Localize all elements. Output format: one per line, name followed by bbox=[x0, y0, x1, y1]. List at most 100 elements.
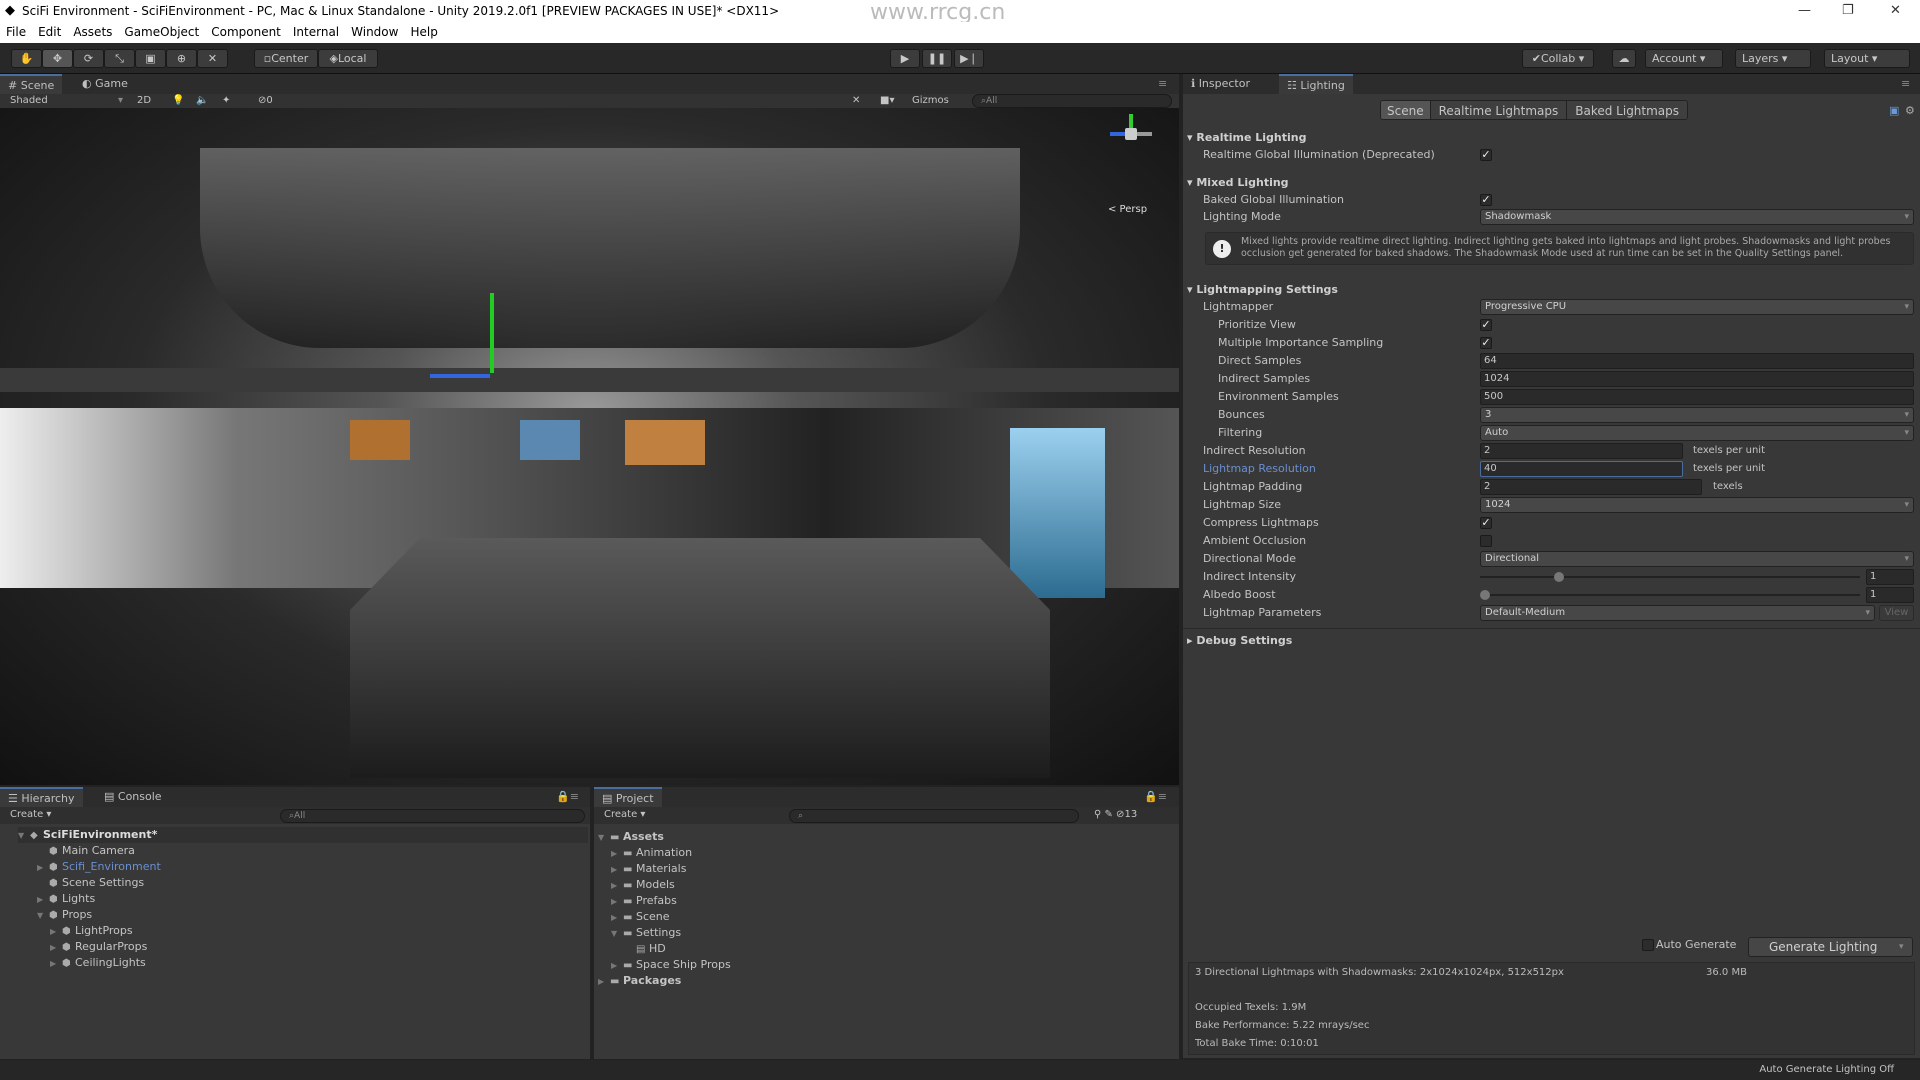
expand-arrow-icon[interactable]: ▶ bbox=[611, 910, 623, 926]
expand-arrow-icon[interactable]: ▶ bbox=[50, 924, 62, 940]
project-item[interactable]: ▶ ▬ Space Ship Props bbox=[611, 957, 731, 973]
albedo-boost-slider[interactable] bbox=[1480, 590, 1860, 600]
hierarchy-create-button[interactable]: Create ▾ bbox=[10, 809, 51, 820]
slider-thumb[interactable] bbox=[1554, 572, 1564, 582]
project-item[interactable]: ▶ ▬ Materials bbox=[611, 861, 686, 877]
generate-lighting-button[interactable]: Generate Lighting ▾ bbox=[1748, 937, 1913, 957]
menu-component[interactable]: Component bbox=[211, 22, 281, 43]
menu-gameobject[interactable]: GameObject bbox=[124, 22, 199, 43]
lightmap-parameters-dropdown[interactable]: Default-Medium bbox=[1480, 605, 1875, 621]
expand-arrow-icon[interactable]: ▼ bbox=[611, 926, 623, 942]
direct-samples-field[interactable]: 64 bbox=[1480, 353, 1914, 369]
realtime-lighting-header[interactable]: ▾ Realtime Lighting bbox=[1187, 129, 1306, 147]
rgi-checkbox[interactable]: ✓ bbox=[1480, 149, 1492, 161]
expand-arrow-icon[interactable]: ▶ bbox=[611, 862, 623, 878]
compress-lightmaps-checkbox[interactable]: ✓ bbox=[1480, 517, 1492, 529]
expand-arrow-icon[interactable]: ▼ bbox=[37, 908, 49, 924]
menu-edit[interactable]: Edit bbox=[38, 22, 61, 43]
persp-label[interactable]: < Persp bbox=[1108, 204, 1147, 215]
scene-search[interactable]: ⌕All bbox=[972, 94, 1172, 108]
scale-tool-icon[interactable]: ⤡ bbox=[104, 49, 135, 68]
expand-arrow-icon[interactable]: ▶ bbox=[37, 860, 49, 876]
mixed-lighting-header[interactable]: ▾ Mixed Lighting bbox=[1187, 174, 1289, 192]
ambient-occlusion-checkbox[interactable] bbox=[1480, 535, 1492, 547]
tools-icon[interactable]: ✕ bbox=[852, 94, 860, 108]
auto-generate-checkbox[interactable] bbox=[1642, 939, 1654, 951]
expand-arrow-icon[interactable]: ▶ bbox=[598, 974, 610, 990]
lighting-toggle-icon[interactable]: 💡 bbox=[172, 94, 184, 108]
play-button[interactable]: ▶ bbox=[890, 49, 920, 68]
expand-arrow-icon[interactable]: ▶ bbox=[611, 846, 623, 862]
hierarchy-item[interactable]: ▶ ⬢ Scifi_Environment bbox=[37, 859, 161, 875]
expand-arrow-icon[interactable]: ▶ bbox=[611, 958, 623, 974]
menu-assets[interactable]: Assets bbox=[73, 22, 112, 43]
prioritize-view-checkbox[interactable]: ✓ bbox=[1480, 319, 1492, 331]
filter-icons[interactable]: ⚲ ✎ ⊘13 bbox=[1094, 809, 1137, 820]
project-item[interactable]: ▶ ▬ Animation bbox=[611, 845, 692, 861]
tab-console[interactable]: ▤ Console bbox=[96, 787, 170, 807]
project-item[interactable]: ▶ ▬ Packages bbox=[598, 973, 681, 989]
project-item[interactable]: ▼ ▬ Settings bbox=[611, 925, 681, 941]
view-parameters-button[interactable]: View bbox=[1879, 605, 1914, 621]
indirect-intensity-field[interactable]: 1 bbox=[1866, 569, 1914, 585]
indirect-samples-field[interactable]: 1024 bbox=[1480, 371, 1914, 387]
expand-arrow-icon[interactable]: ▶ bbox=[37, 892, 49, 908]
shading-dropdown[interactable]: Shaded bbox=[10, 94, 48, 108]
menu-internal[interactable]: Internal bbox=[293, 22, 339, 43]
effects-toggle-icon[interactable]: ✦ bbox=[222, 94, 230, 108]
step-button[interactable]: ▶❘ bbox=[954, 49, 984, 68]
panel-menu-icon[interactable]: ≡ bbox=[1158, 77, 1167, 90]
menu-help[interactable]: Help bbox=[410, 22, 437, 43]
hierarchy-item[interactable]: ▶ ⬢ RegularProps bbox=[50, 939, 147, 955]
expand-arrow-icon[interactable]: ▶ bbox=[611, 878, 623, 894]
rect-tool-icon[interactable]: ▣ bbox=[135, 49, 166, 68]
hidden-objects-icon[interactable]: ⊘0 bbox=[258, 94, 273, 108]
lightmapping-header[interactable]: ▾ Lightmapping Settings bbox=[1187, 281, 1338, 299]
project-item[interactable]: ▤ HD bbox=[624, 941, 666, 957]
hierarchy-item[interactable]: ⬢ Main Camera bbox=[37, 843, 135, 859]
filtering-dropdown[interactable]: Auto bbox=[1480, 425, 1914, 441]
2d-toggle[interactable]: 2D bbox=[137, 94, 151, 108]
gizmos-dropdown[interactable]: Gizmos bbox=[912, 94, 949, 108]
baked-gi-checkbox[interactable]: ✓ bbox=[1480, 194, 1492, 206]
tab-scene[interactable]: # Scene bbox=[0, 74, 63, 94]
project-item[interactable]: ▶ ▬ Scene bbox=[611, 909, 670, 925]
debug-settings-header[interactable]: ▸ Debug Settings bbox=[1187, 632, 1292, 650]
albedo-boost-field[interactable]: 1 bbox=[1866, 587, 1914, 603]
lightmapper-dropdown[interactable]: Progressive CPU bbox=[1480, 299, 1914, 315]
camera-icon[interactable]: ■▾ bbox=[880, 94, 894, 108]
expand-arrow-icon[interactable]: ▶ bbox=[611, 894, 623, 910]
slider-thumb[interactable] bbox=[1480, 590, 1490, 600]
lock-icon[interactable]: 🔒≡ bbox=[556, 790, 579, 803]
hierarchy-item[interactable]: ▼ ⬢ Props bbox=[37, 907, 92, 923]
expand-arrow-icon[interactable]: ▶ bbox=[50, 956, 62, 972]
rotate-tool-icon[interactable]: ⟳ bbox=[73, 49, 104, 68]
lightmap-padding-field[interactable]: 2 bbox=[1480, 479, 1702, 495]
audio-toggle-icon[interactable]: 🔈 bbox=[196, 94, 208, 108]
lock-icon[interactable]: 🔒≡ bbox=[1144, 790, 1167, 803]
menu-file[interactable]: File bbox=[6, 22, 26, 43]
hierarchy-search[interactable]: ⌕All bbox=[280, 809, 585, 823]
project-item[interactable]: ▼ ▬ Assets bbox=[598, 829, 664, 845]
indirect-intensity-slider[interactable] bbox=[1480, 572, 1860, 582]
tab-project[interactable]: ▤ Project bbox=[594, 787, 662, 807]
indirect-resolution-field[interactable]: 2 bbox=[1480, 443, 1683, 459]
pause-button[interactable]: ❚❚ bbox=[922, 49, 952, 68]
environment-samples-field[interactable]: 500 bbox=[1480, 389, 1914, 405]
pivot-center-button[interactable]: ▫Center bbox=[254, 49, 318, 68]
scene-viewport[interactable]: < Persp bbox=[0, 108, 1179, 785]
tab-game[interactable]: ◐ Game bbox=[74, 74, 136, 94]
project-create-button[interactable]: Create ▾ bbox=[604, 809, 645, 820]
expand-arrow-icon[interactable]: ▶ bbox=[50, 940, 62, 956]
transform-tool-icon[interactable]: ⊕ bbox=[166, 49, 197, 68]
project-item[interactable]: ▶ ▬ Models bbox=[611, 877, 675, 893]
pivot-local-button[interactable]: ◈Local bbox=[318, 49, 378, 68]
custom-tool-icon[interactable]: ✕ bbox=[197, 49, 228, 68]
move-tool-icon[interactable]: ✥ bbox=[42, 49, 73, 68]
scene-root[interactable]: ▼ ◆ SciFiEnvironment* bbox=[18, 827, 588, 843]
directional-mode-dropdown[interactable]: Directional bbox=[1480, 551, 1914, 567]
lightmap-resolution-field[interactable]: 40 bbox=[1480, 461, 1683, 477]
menu-window[interactable]: Window bbox=[351, 22, 398, 43]
hand-tool-icon[interactable]: ✋ bbox=[11, 49, 42, 68]
hierarchy-item[interactable]: ⬢ Scene Settings bbox=[37, 875, 144, 891]
